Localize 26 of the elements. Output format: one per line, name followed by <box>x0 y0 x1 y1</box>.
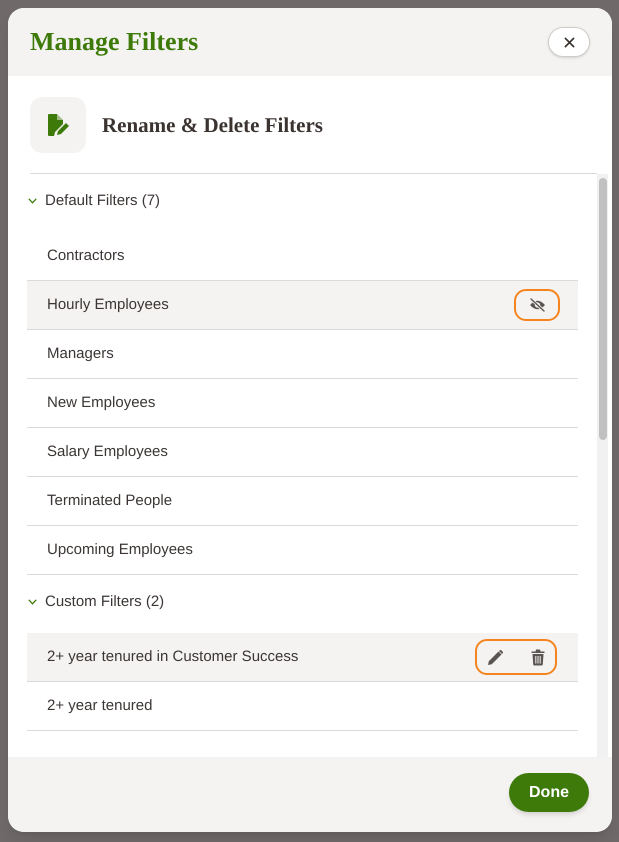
chevron-down-icon[interactable] <box>28 599 37 605</box>
filter-name: Contractors <box>47 246 125 266</box>
filter-name: Terminated People <box>47 490 172 511</box>
filter-name: 2+ year tenured <box>47 696 152 716</box>
chevron-down-icon[interactable] <box>28 198 37 204</box>
trash-icon[interactable] <box>531 648 545 666</box>
scrollbar-thumb[interactable] <box>598 178 606 440</box>
panel-title: Rename & Delete Filters <box>102 114 323 136</box>
close-button[interactable] <box>548 27 590 57</box>
filter-name: Managers <box>47 344 114 364</box>
pencil-icon[interactable] <box>487 648 504 666</box>
close-icon <box>564 36 574 48</box>
done-button[interactable]: Done <box>509 773 589 812</box>
filter-name: Hourly Employees <box>47 294 169 315</box>
filter-row[interactable]: Hourly Employees <box>27 281 578 330</box>
eye-slash-icon[interactable] <box>528 298 546 312</box>
filter-name: Upcoming Employees <box>47 540 193 560</box>
filter-name: New Employees <box>47 392 156 413</box>
filter-row[interactable]: 2+ year tenured in Customer Success <box>27 633 578 682</box>
scrollbar[interactable] <box>597 174 608 757</box>
section-title[interactable]: Default Filters (7) <box>45 190 160 212</box>
dialog-title: Manage Filters <box>30 29 198 55</box>
filter-name: 2+ year tenured in Customer Success <box>47 646 298 667</box>
document-pencil-icon <box>45 113 71 137</box>
filter-name: Salary Employees <box>47 442 168 462</box>
section-title[interactable]: Custom Filters (2) <box>45 590 164 614</box>
